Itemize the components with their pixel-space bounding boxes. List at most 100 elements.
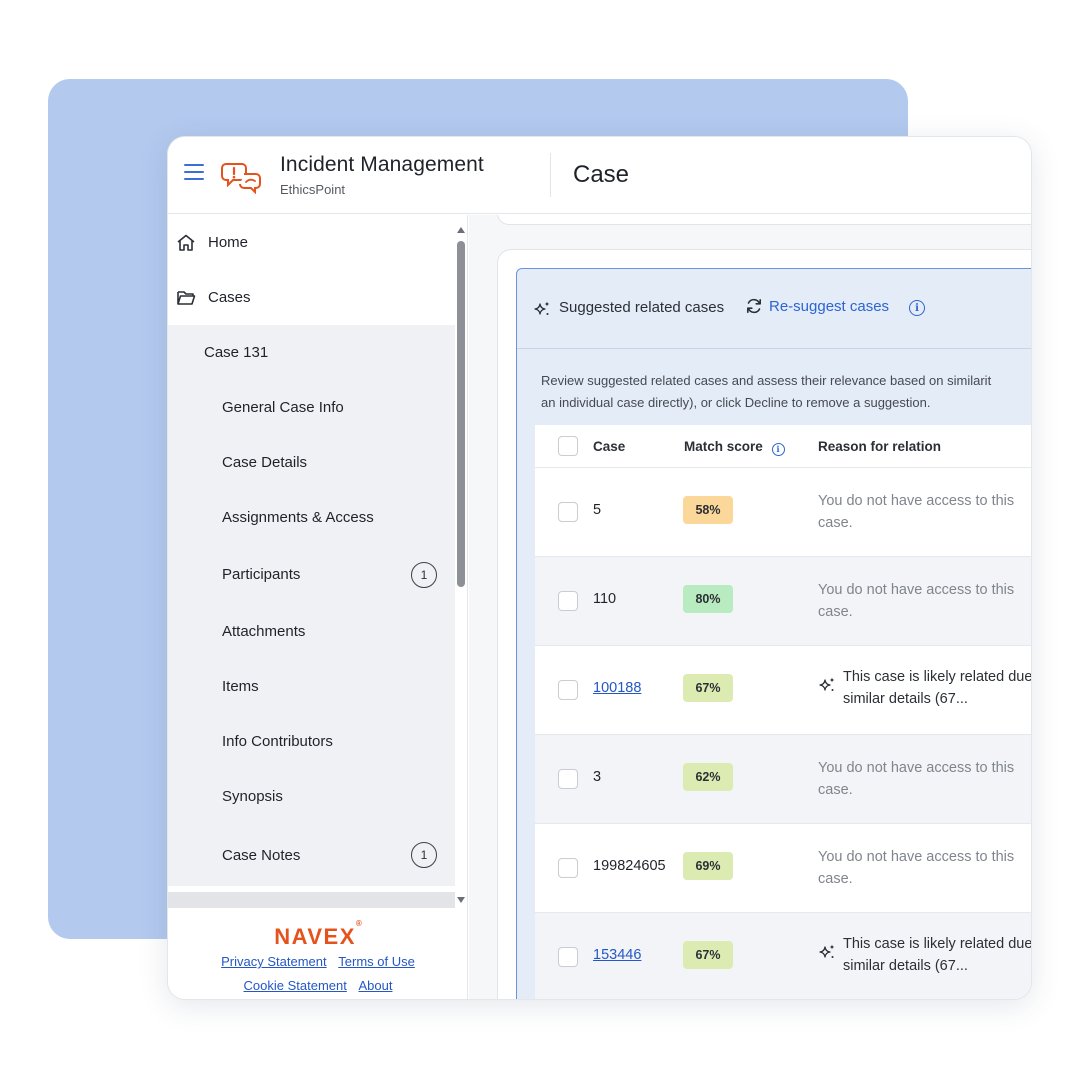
case-number: 5 <box>593 502 602 518</box>
hamburger-menu-icon[interactable] <box>184 164 204 182</box>
sidebar-item-partial <box>168 892 455 908</box>
count-badge: 1 <box>411 562 437 588</box>
select-all-checkbox[interactable] <box>558 436 578 456</box>
cookie-statement-link[interactable]: Cookie Statement <box>244 978 347 993</box>
footer-links-row-1: Privacy Statement Terms of Use <box>168 954 468 969</box>
sidebar-item-cases[interactable]: Cases <box>168 270 455 325</box>
row-checkbox[interactable] <box>558 502 578 522</box>
page-title: Case <box>573 161 630 188</box>
navex-logo: NAVEX® <box>168 919 468 950</box>
case-number: 199824605 <box>593 858 666 874</box>
table-row[interactable]: 3 62% You do not have access to this case. <box>535 735 1031 824</box>
case-number: 3 <box>593 769 602 785</box>
about-link[interactable]: About <box>358 978 392 993</box>
sidebar-item-label: Participants <box>222 566 301 583</box>
row-checkbox[interactable] <box>558 591 578 611</box>
sidebar-item-attachments[interactable]: Attachments <box>168 604 455 659</box>
sidebar-item-label: General Case Info <box>222 399 344 416</box>
table-body: 5 58% You do not have access to this case.… <box>535 468 1032 999</box>
sidebar-item-label: Case Details <box>222 454 308 471</box>
case-link[interactable]: 153446 <box>593 947 641 963</box>
sidebar-item-label: Home <box>208 234 249 251</box>
panel-description: Review suggested related cases and asses… <box>541 370 1031 414</box>
panel-title: Suggested related cases <box>559 299 725 316</box>
row-checkbox[interactable] <box>558 769 578 789</box>
row-checkbox[interactable] <box>558 680 578 700</box>
case-number: 110 <box>593 591 617 607</box>
main-content: Suggested related cases Re-suggest cases… <box>469 215 1032 999</box>
terms-of-use-link[interactable]: Terms of Use <box>338 954 415 969</box>
reason-text: This case is likely related due to simil… <box>843 669 1032 707</box>
reason-text: This case is likely related due to simil… <box>843 936 1032 974</box>
navex-logo-text: NAVEX <box>274 924 356 949</box>
row-checkbox[interactable] <box>558 947 578 967</box>
sidebar-item-label: Case 131 <box>204 344 269 361</box>
ai-sparkle-icon <box>819 944 835 958</box>
registered-mark: ® <box>355 918 362 928</box>
previous-card <box>497 215 1031 225</box>
sidebar-item-label: Synopsis <box>222 788 283 805</box>
match-score-info-icon[interactable]: i <box>771 442 785 456</box>
table-row[interactable]: 153446 67% This case is likely related due… <box>535 913 1032 999</box>
app-title: Incident Management <box>280 153 484 176</box>
app-window: Incident Management EthicsPoint Case Hom… <box>167 136 1032 1000</box>
sidebar-item-home[interactable]: Home <box>168 215 455 270</box>
match-score-badge: 62% <box>683 763 733 791</box>
case-link[interactable]: 100188 <box>593 680 641 696</box>
home-icon <box>177 234 195 251</box>
incident-chat-logo-icon <box>221 163 261 194</box>
match-score-badge: 69% <box>683 852 733 880</box>
reason-text: You do not have access to this case. <box>818 849 1015 887</box>
table-header: Case Match score i Reason for relation <box>535 425 1031 468</box>
table-row[interactable]: 110 80% You do not have access to this cas… <box>535 557 1031 646</box>
sidebar-scrollbar[interactable] <box>455 221 467 905</box>
match-score-badge: 58% <box>683 496 733 524</box>
table-row[interactable]: 5 58% You do not have access to this case. <box>535 468 1031 557</box>
suggested-related-cases-panel: Suggested related cases Re-suggest cases… <box>516 268 1032 999</box>
column-header-reason: Reason for relation <box>818 439 942 454</box>
reason-text: You do not have access to this case. <box>818 493 1015 531</box>
sidebar-item-case-notes[interactable]: Case Notes 1 <box>168 824 455 886</box>
column-header-case: Case <box>593 439 626 454</box>
sidebar: Home Cases Case 131 General Case Info Ca… <box>168 215 468 999</box>
sidebar-item-label: Assignments & Access <box>222 509 374 526</box>
reason-text: You do not have access to this case. <box>818 760 1015 798</box>
sidebar-nav: Home Cases Case 131 General Case Info Ca… <box>168 215 455 908</box>
info-icon[interactable]: i <box>909 300 925 316</box>
scroll-up-arrow-icon[interactable] <box>457 227 465 233</box>
sidebar-item-case-details[interactable]: Case Details <box>168 435 455 490</box>
related-cases-table: Case Match score i Reason for relation 5… <box>535 425 1032 999</box>
sidebar-item-general-case-info[interactable]: General Case Info <box>168 380 455 435</box>
description-line-2: an individual case directly), or click D… <box>541 395 931 410</box>
refresh-icon <box>747 298 761 314</box>
sidebar-item-label: Info Contributors <box>222 733 333 750</box>
re-suggest-label: Re-suggest cases <box>769 297 890 315</box>
table-row[interactable]: 199824605 69% You do not have access to th… <box>535 824 1031 913</box>
row-checkbox[interactable] <box>558 858 578 878</box>
app-subtitle: EthicsPoint <box>280 182 346 197</box>
column-header-match-score: Match score i <box>684 439 785 456</box>
reason-text: You do not have access to this case. <box>818 582 1015 620</box>
sidebar-footer: NAVEX® Privacy Statement Terms of Use Co… <box>168 908 468 999</box>
panel-header: Suggested related cases Re-suggest cases… <box>517 269 1031 349</box>
header-divider <box>550 153 551 197</box>
sidebar-item-label: Items <box>222 678 259 695</box>
scroll-thumb[interactable] <box>457 241 465 587</box>
privacy-statement-link[interactable]: Privacy Statement <box>221 954 327 969</box>
sidebar-item-synopsis[interactable]: Synopsis <box>168 769 455 824</box>
ai-sparkle-icon <box>534 301 550 315</box>
sidebar-item-label: Attachments <box>222 623 306 640</box>
sidebar-item-info-contributors[interactable]: Info Contributors <box>168 714 455 769</box>
re-suggest-cases-button[interactable]: Re-suggest cases <box>745 297 889 315</box>
folder-icon <box>177 291 196 305</box>
sidebar-item-assignments-access[interactable]: Assignments & Access <box>168 490 455 545</box>
match-score-badge: 80% <box>683 585 733 613</box>
sidebar-item-case-131[interactable]: Case 131 <box>168 325 455 380</box>
scroll-down-arrow-icon[interactable] <box>457 897 465 903</box>
sidebar-item-participants[interactable]: Participants 1 <box>168 545 455 604</box>
sidebar-item-label: Cases <box>208 289 251 306</box>
app-header: Incident Management EthicsPoint Case <box>168 137 1031 214</box>
sidebar-item-items[interactable]: Items <box>168 659 455 714</box>
count-badge: 1 <box>411 842 437 868</box>
table-row[interactable]: 100188 67% This case is likely related due… <box>535 646 1032 735</box>
